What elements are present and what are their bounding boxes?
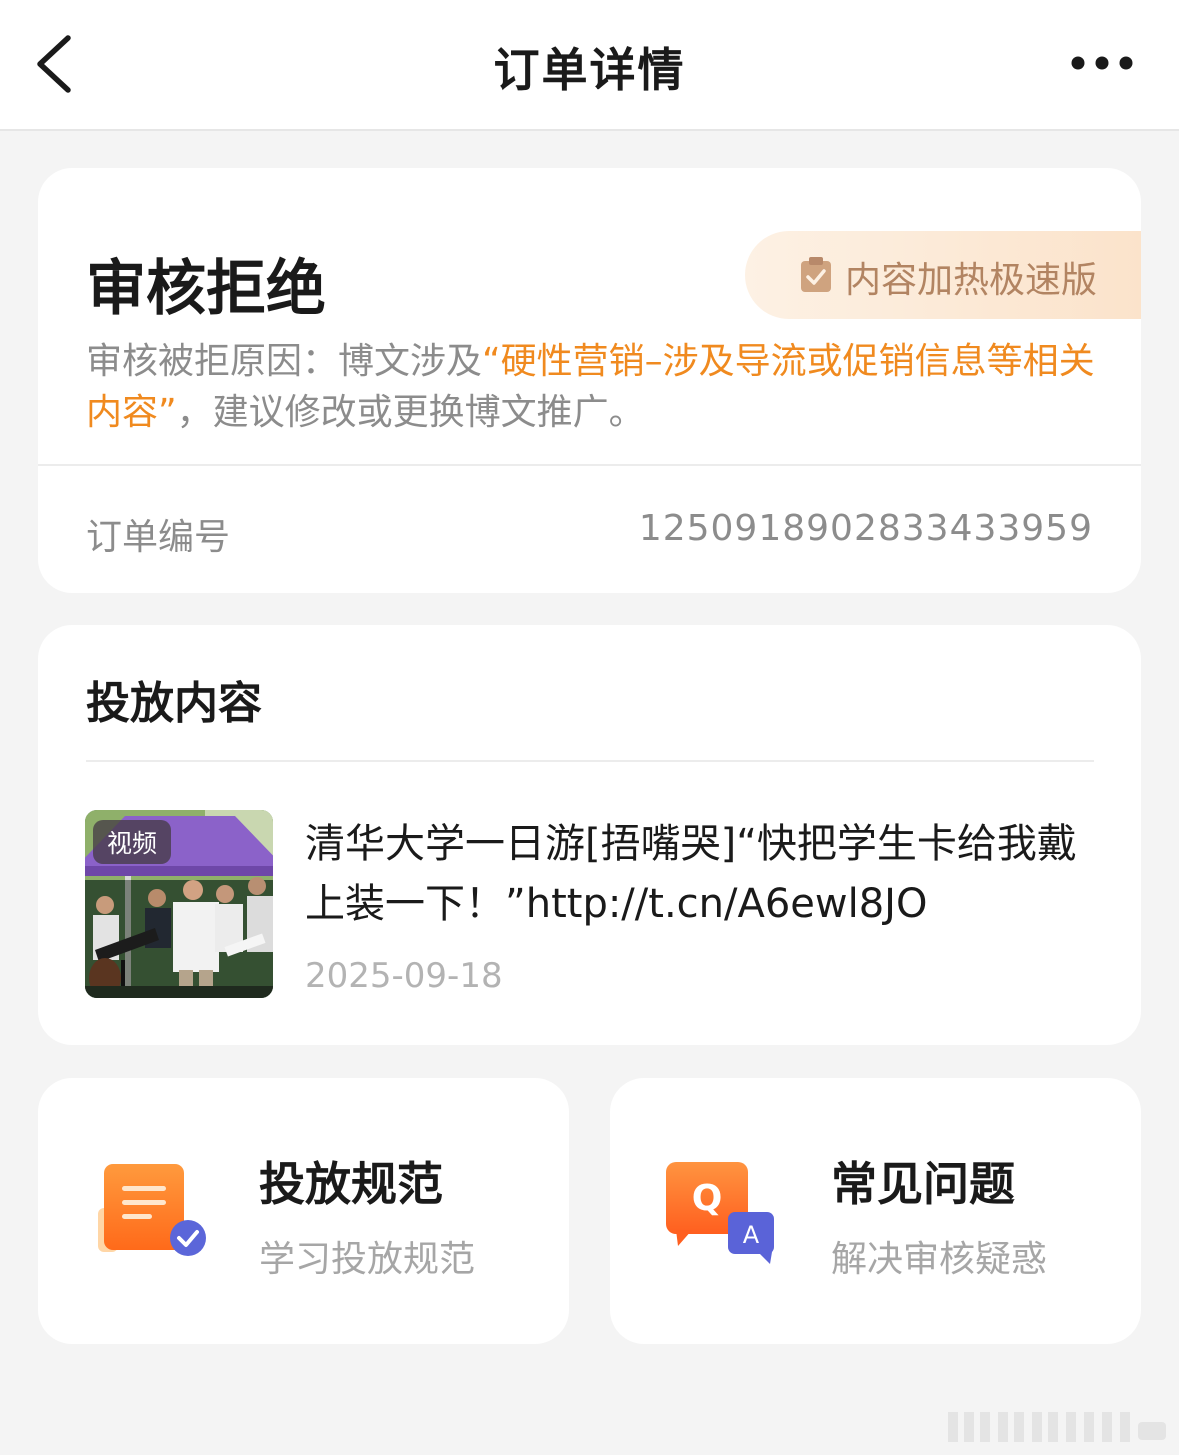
- post-date: 2025-09-18: [305, 956, 503, 996]
- guidelines-subtitle: 学习投放规范: [259, 1239, 476, 1280]
- promoted-post[interactable]: 视频 清华大学一日游[捂嘴哭]“快把学生卡给我戴上装一下！”http://t.c…: [85, 810, 1095, 1000]
- clipboard-check-icon: [801, 257, 831, 292]
- page-title: 订单详情: [493, 43, 686, 97]
- review-status-card: 审核拒绝 内容加热极速版 审核被拒原因：博文涉及“硬性营销–涉及导流或促销信息等…: [38, 168, 1141, 593]
- video-thumbnail[interactable]: 视频: [85, 810, 273, 998]
- reason-prefix: 审核被拒原因：博文涉及: [86, 341, 483, 382]
- order-number-label: 订单编号: [86, 517, 231, 558]
- navigation-bar: 订单详情: [0, 0, 1179, 131]
- video-badge: 视频: [93, 820, 172, 864]
- guidelines-card[interactable]: 投放规范 学习投放规范: [38, 1078, 569, 1344]
- product-tag-label: 内容加热极速版: [845, 260, 1098, 301]
- product-tag[interactable]: 内容加热极速版: [745, 231, 1141, 319]
- faq-subtitle: 解决审核疑惑: [831, 1239, 1048, 1280]
- divider: [86, 760, 1094, 762]
- more-button[interactable]: [1062, 48, 1142, 78]
- faq-card[interactable]: Q A 常见问题 解决审核疑惑: [610, 1078, 1141, 1344]
- promoted-content-card: 投放内容 视频 清华大学一日游[捂嘴哭]“快把学生卡给我戴上装一下！”http:…: [38, 625, 1141, 1045]
- order-number-value: 1250918902833433959: [638, 508, 1093, 549]
- svg-text:Q: Q: [692, 1178, 723, 1219]
- watermark: [948, 1412, 1166, 1442]
- document-check-icon: [98, 1164, 206, 1256]
- faq-title: 常见问题: [831, 1157, 1015, 1211]
- review-status-title: 审核拒绝: [86, 254, 326, 324]
- guidelines-title: 投放规范: [259, 1157, 443, 1211]
- svg-text:A: A: [743, 1221, 760, 1249]
- reason-suffix: ，建议修改或更换博文推广。: [176, 392, 645, 433]
- qa-bubble-icon: Q A: [666, 1162, 774, 1264]
- divider: [38, 464, 1141, 466]
- section-title: 投放内容: [86, 678, 262, 729]
- more-dots-icon: [1071, 56, 1133, 70]
- rejection-reason: 审核被拒原因：博文涉及“硬性营销–涉及导流或促销信息等相关内容”，建议修改或更换…: [86, 336, 1096, 438]
- post-text: 清华大学一日游[捂嘴哭]“快把学生卡给我戴上装一下！”http://t.cn/A…: [305, 821, 1077, 927]
